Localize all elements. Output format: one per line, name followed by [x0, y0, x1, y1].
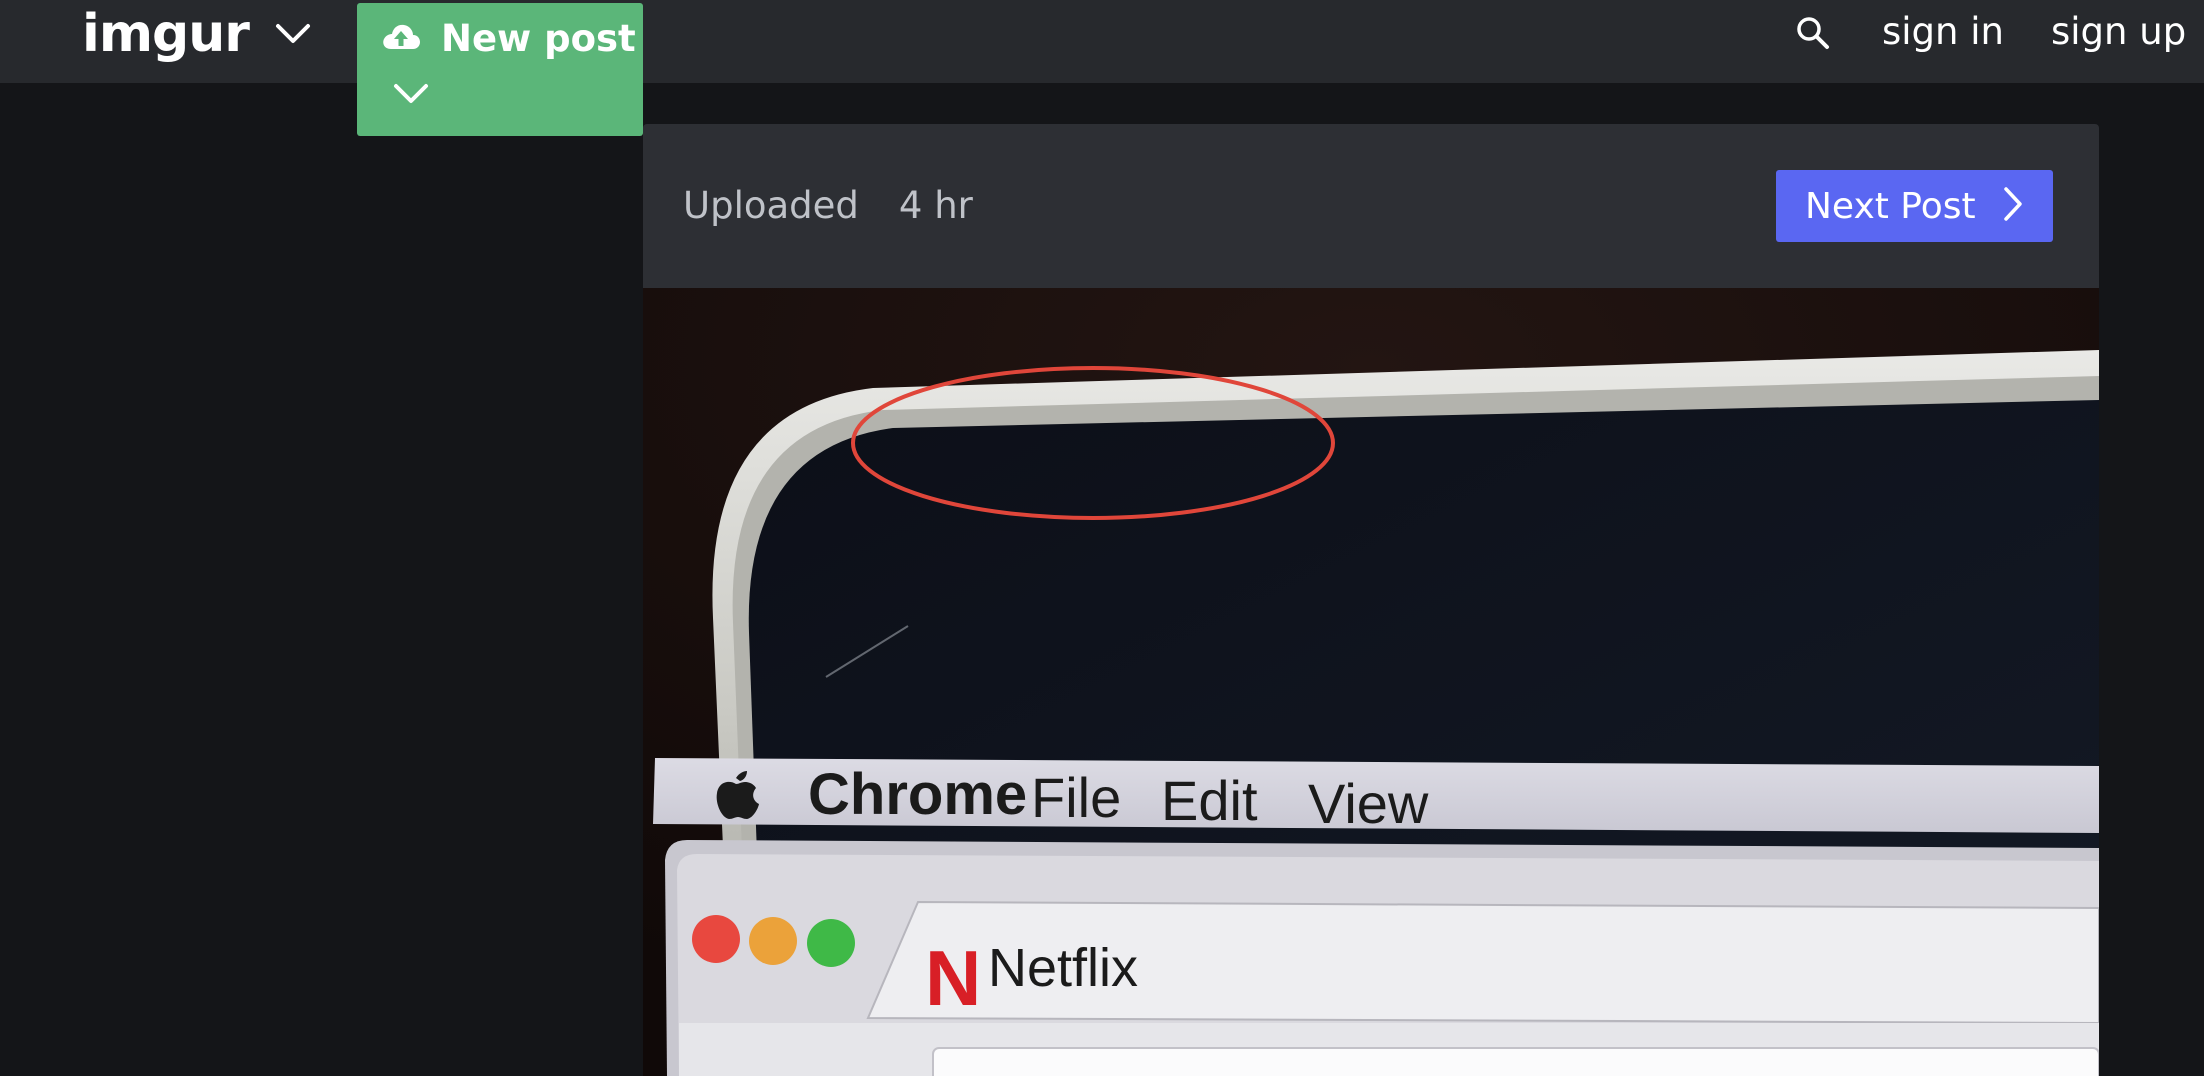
post-meta: Uploaded 4 hr [683, 184, 973, 227]
imgur-logo: imgur [82, 4, 250, 64]
menu-item-view: View [1308, 772, 1429, 835]
menu-app-chrome: Chrome [808, 762, 1027, 827]
uploaded-label: Uploaded [683, 184, 859, 227]
logo-menu[interactable]: imgur [82, 2, 311, 66]
minimize-window-icon [749, 917, 797, 965]
menu-item-edit: Edit [1161, 769, 1258, 832]
chevron-down-icon [275, 23, 311, 45]
chevron-right-icon [2002, 186, 2024, 226]
netflix-n-icon: N [925, 934, 981, 1022]
new-post-button[interactable]: New post [357, 3, 643, 136]
sign-in-link[interactable]: sign in [1882, 10, 2004, 53]
tab-title: Netflix [988, 938, 1138, 998]
new-post-label: New post [441, 17, 636, 60]
post-image[interactable]: Chrome File Edit View N Netflix [643, 288, 2099, 1076]
chevron-down-icon[interactable] [393, 83, 429, 109]
next-post-button[interactable]: Next Post [1776, 170, 2053, 242]
post-header: Uploaded 4 hr Next Post [643, 124, 2099, 288]
top-bar: imgur sign in sign up [0, 0, 2204, 83]
search-icon[interactable] [1795, 15, 1831, 55]
close-window-icon [692, 915, 740, 963]
next-post-label: Next Post [1805, 185, 1976, 227]
sign-up-link[interactable]: sign up [2051, 10, 2186, 53]
maximize-window-icon [807, 919, 855, 967]
upload-cloud-icon [381, 22, 421, 56]
menu-item-file: File [1031, 766, 1121, 829]
address-bar [932, 1047, 2099, 1076]
post-age: 4 hr [898, 184, 973, 227]
